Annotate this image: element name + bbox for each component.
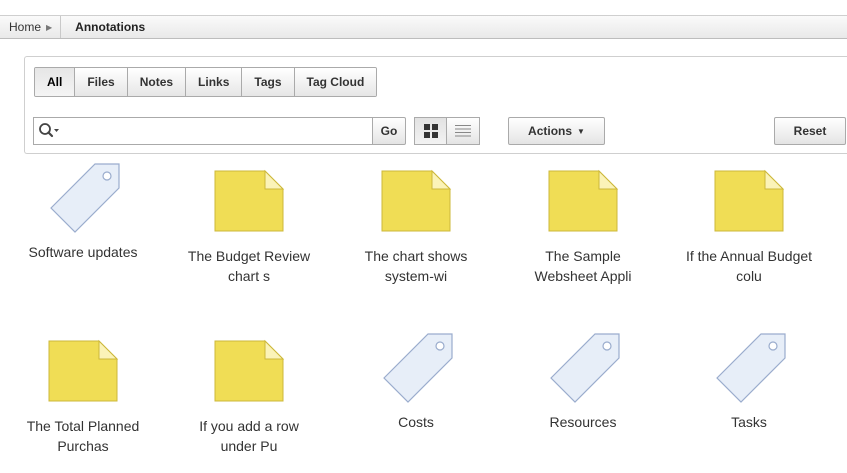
tab-notes[interactable]: Notes — [127, 68, 187, 96]
search-icon[interactable] — [37, 119, 61, 143]
tag-icon — [333, 332, 499, 404]
item-label: The Sample Websheet Appli — [534, 248, 632, 284]
tag-icon — [500, 332, 666, 404]
grid-icon — [423, 124, 438, 138]
tag-item[interactable]: Tasks — [666, 333, 832, 432]
tag-icon — [0, 162, 166, 234]
tag-item[interactable]: Costs — [333, 333, 499, 432]
actions-menu-button[interactable]: Actions ▼ — [508, 117, 605, 145]
tab-tag-cloud[interactable]: Tag Cloud — [294, 68, 377, 96]
breadcrumb-home-label: Home — [9, 20, 42, 34]
tag-item[interactable]: Resources — [500, 333, 666, 432]
note-item[interactable]: If you add a row under Pu — [166, 338, 332, 456]
tab-links[interactable]: Links — [186, 68, 243, 96]
actions-label: Actions — [528, 124, 573, 138]
note-item[interactable]: The Budget Review chart s — [166, 168, 332, 286]
list-icon — [455, 125, 471, 137]
note-icon — [166, 168, 332, 234]
note-icon — [666, 168, 832, 234]
note-icon — [166, 338, 332, 404]
breadcrumb: Home ▶ Annotations — [0, 15, 847, 39]
item-label: Costs — [398, 414, 434, 430]
search-field — [33, 117, 374, 145]
note-icon — [333, 168, 499, 234]
reset-button[interactable]: Reset — [774, 117, 846, 145]
icon-view-button[interactable] — [414, 117, 447, 145]
note-icon — [0, 338, 166, 404]
view-toggle — [414, 117, 480, 145]
item-label: The chart shows system-wi — [364, 248, 468, 284]
tag-icon — [666, 332, 832, 404]
item-label: If you add a row under Pu — [199, 418, 299, 454]
annotations-region: All Files Notes Links Tags Tag Cloud Go — [24, 56, 847, 154]
tab-all[interactable]: All — [35, 68, 76, 96]
caret-down-icon: ▼ — [577, 126, 585, 136]
note-item[interactable]: The Sample Websheet Appli — [500, 168, 666, 286]
note-icon — [500, 168, 666, 234]
chevron-right-icon: ▶ — [46, 22, 53, 32]
item-label: Resources — [549, 414, 617, 430]
tag-item[interactable]: Software updates — [0, 163, 166, 262]
tab-tags[interactable]: Tags — [242, 68, 295, 96]
note-item[interactable]: The Total Planned Purchas — [0, 338, 166, 456]
item-label: The Budget Review chart s — [187, 248, 311, 284]
breadcrumb-home-link[interactable]: Home ▶ — [0, 16, 62, 38]
filter-tabs: All Files Notes Links Tags Tag Cloud — [34, 67, 378, 97]
breadcrumb-current: Annotations — [75, 20, 146, 34]
item-label: Tasks — [731, 414, 767, 430]
tab-files[interactable]: Files — [75, 68, 128, 96]
item-label: If the Annual Budget colu — [685, 248, 813, 284]
search-input[interactable] — [61, 119, 373, 143]
note-item[interactable]: If the Annual Budget colu — [666, 168, 832, 286]
note-item[interactable]: The chart shows system-wi — [333, 168, 499, 286]
item-label: Software updates — [28, 244, 138, 260]
go-button[interactable]: Go — [372, 117, 406, 145]
item-label: The Total Planned Purchas — [26, 418, 140, 454]
report-view-button[interactable] — [447, 117, 480, 145]
